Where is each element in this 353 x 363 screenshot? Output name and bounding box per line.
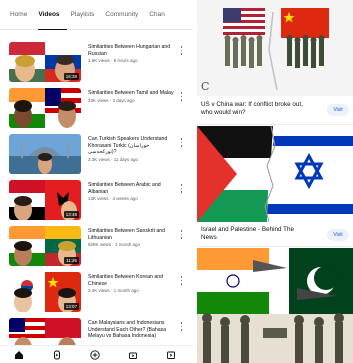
more-options-icon[interactable] — [180, 46, 183, 55]
article-title[interactable]: Israel and Palestine - Behind The News — [201, 226, 311, 242]
video-row[interactable]: 13:48 Similarities Between Arabic and Al… — [0, 180, 193, 226]
bottom-navigation — [0, 345, 193, 363]
source-badge: C — [201, 80, 210, 93]
video-thumbnail[interactable]: 16:38 — [9, 42, 81, 82]
article-image[interactable] — [197, 248, 353, 363]
more-options-icon[interactable] — [180, 230, 183, 239]
divider — [197, 124, 353, 125]
video-row[interactable]: Can Turkish Speakers Understand Khorasan… — [0, 134, 193, 180]
video-duration: 13:48 — [63, 211, 79, 218]
video-thumbnail[interactable]: 11:26 — [9, 226, 81, 266]
video-thumbnail[interactable] — [9, 134, 81, 174]
video-title[interactable]: Can Malaysians and Indonesians Understan… — [88, 320, 176, 340]
article-image[interactable] — [197, 126, 353, 222]
tamil-malay-thumbnail-art — [9, 88, 81, 128]
video-thumbnail[interactable] — [9, 88, 81, 128]
video-title[interactable]: Similarities Between Korean and Chinese — [88, 274, 176, 287]
video-row[interactable]: Similarities Between Tamil and Malay 33K… — [0, 88, 193, 134]
video-row[interactable]: 13:07 Similarities Between Korean and Ch… — [0, 272, 193, 318]
library-icon[interactable] — [166, 350, 176, 360]
turkish-khorasani-thumbnail-art — [9, 134, 81, 174]
video-thumbnail[interactable]: 13:48 — [9, 180, 81, 220]
more-options-icon[interactable] — [180, 138, 183, 147]
visit-button[interactable]: Visit — [327, 229, 349, 241]
video-title[interactable]: Similarities Between Sanskrit and Lithua… — [88, 228, 176, 241]
create-plus-icon[interactable] — [90, 350, 100, 360]
video-duration: 13:07 — [63, 303, 79, 310]
more-options-icon[interactable] — [180, 92, 183, 101]
israel-palestine-article-image-art — [197, 126, 353, 222]
tab-channels[interactable]: Chan — [149, 0, 172, 29]
video-meta: 33K views · 3 days ago — [88, 97, 135, 103]
video-thumbnail[interactable]: 13:07 — [9, 272, 81, 312]
subscriptions-icon[interactable] — [128, 350, 138, 360]
tab-playlists[interactable]: Playlists — [71, 0, 102, 29]
more-options-icon[interactable] — [180, 184, 183, 193]
india-pakistan-article-image-art — [197, 248, 353, 363]
video-meta: 928K views · 1 month ago — [88, 242, 141, 248]
video-title[interactable]: Similarities Between Arabic and Albanian — [88, 182, 176, 195]
video-meta: 13K views · 3 weeks ago — [88, 196, 138, 202]
video-meta: 1.6K views · 8 hours ago — [88, 58, 138, 64]
video-duration: 11:26 — [64, 257, 79, 264]
divider — [197, 246, 353, 247]
more-options-icon[interactable] — [180, 276, 183, 285]
video-meta: 3.3K views · 11 days ago — [88, 156, 138, 162]
home-icon[interactable] — [14, 350, 24, 360]
channel-tabs: Home Videos Playlists Community Chan — [0, 0, 193, 30]
video-duration: 16:38 — [63, 73, 79, 80]
article-image[interactable] — [197, 0, 353, 96]
video-title[interactable]: Similarities Between Tamil and Malay — [88, 90, 176, 97]
us-china-article-image-art — [197, 0, 353, 96]
video-title[interactable]: Can Turkish Speakers Understand Khorasan… — [88, 136, 176, 156]
shorts-icon[interactable] — [52, 350, 62, 360]
article-title[interactable]: US v China war: If conflict broke out, w… — [201, 101, 311, 117]
news-feed-panel: C US v China war: If conflict broke out,… — [197, 0, 353, 363]
tab-videos[interactable]: Videos — [38, 0, 67, 30]
video-title[interactable]: Similarities Between Hungarian and Russi… — [88, 44, 176, 57]
visit-button[interactable]: Visit — [327, 104, 349, 116]
video-row[interactable]: 16:38 Similarities Between Hungarian and… — [0, 42, 193, 88]
tab-community[interactable]: Community — [105, 0, 145, 29]
more-options-icon[interactable] — [180, 322, 183, 331]
tab-home[interactable]: Home — [10, 0, 34, 29]
video-row[interactable]: 11:26 Similarities Between Sanskrit and … — [0, 226, 193, 272]
youtube-channel-panel: Home Videos Playlists Community Chan 16:… — [0, 0, 193, 363]
video-meta: 3.4K views · 1 month ago — [88, 288, 139, 294]
